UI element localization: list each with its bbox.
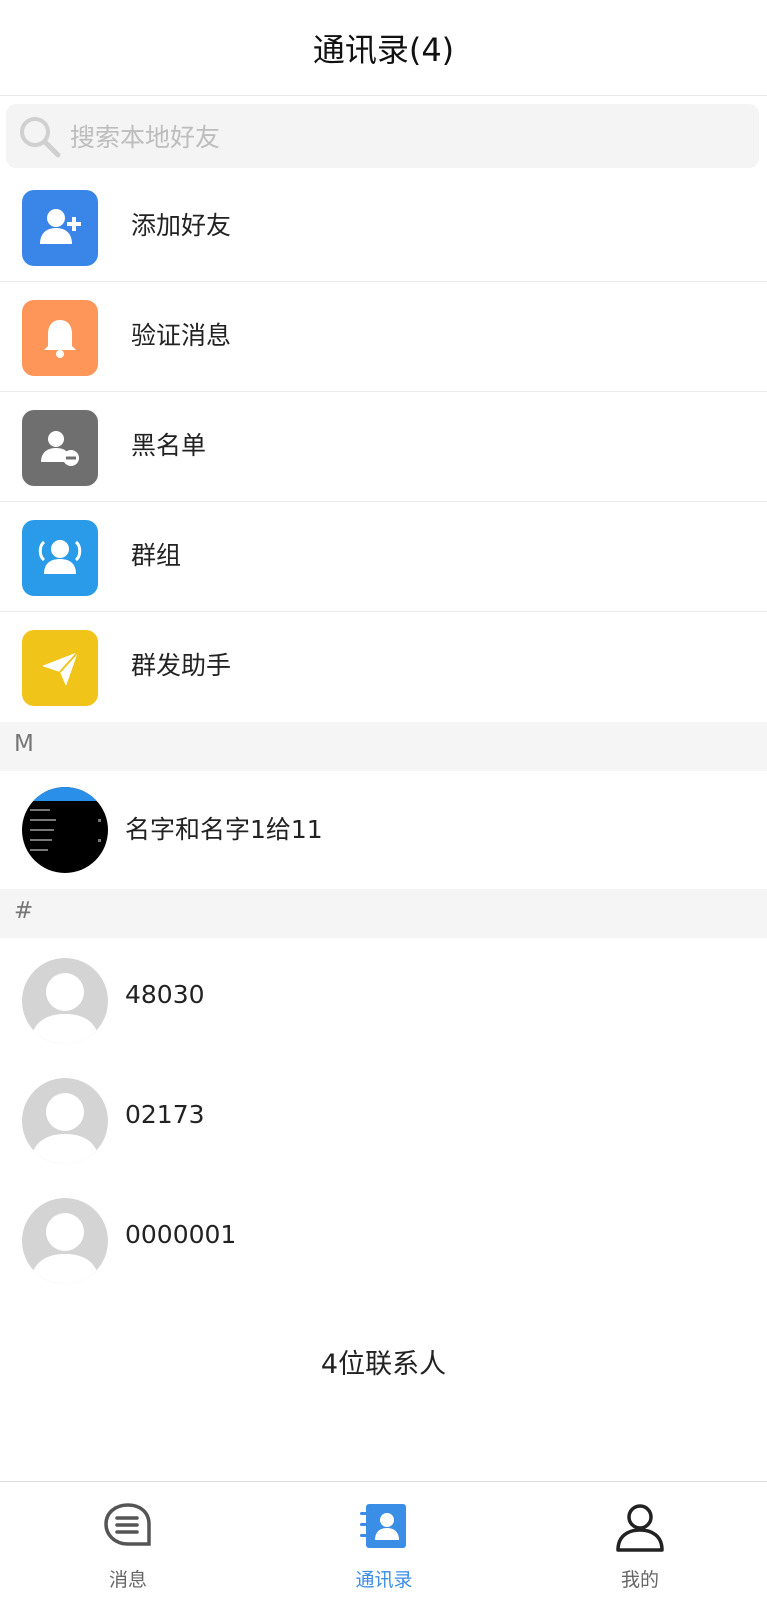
contacts-icon bbox=[360, 1504, 406, 1548]
tab-label: 消息 bbox=[108, 1569, 147, 1591]
section-header-hash: # bbox=[0, 889, 767, 938]
avatar bbox=[22, 787, 108, 873]
contact-name: 0000001 bbox=[125, 1220, 237, 1249]
section-letter: M bbox=[14, 731, 34, 757]
menu-item-label: 群组 bbox=[131, 541, 182, 570]
search-bar[interactable]: 搜索本地好友 bbox=[6, 104, 759, 168]
section-letter: # bbox=[14, 898, 34, 924]
menu-item-broadcast[interactable]: 群发助手 bbox=[0, 612, 767, 722]
contact-row[interactable]: 0000001 bbox=[0, 1178, 767, 1298]
add-friend-icon bbox=[22, 190, 98, 266]
menu-item-label: 黑名单 bbox=[131, 431, 207, 460]
app-header: 通讯录(4) bbox=[0, 0, 767, 96]
contact-row[interactable]: 02173 bbox=[0, 1058, 767, 1178]
tab-contacts[interactable]: 通讯录 bbox=[256, 1482, 512, 1601]
menu-item-label: 群发助手 bbox=[131, 651, 232, 680]
contact-row[interactable]: 名字和名字1给11 bbox=[0, 771, 767, 889]
search-icon bbox=[20, 117, 61, 158]
profile-icon bbox=[616, 1504, 664, 1552]
tab-me[interactable]: 我的 bbox=[512, 1482, 767, 1601]
search-placeholder: 搜索本地好友 bbox=[70, 123, 221, 152]
contact-count: 4位联系人 bbox=[320, 1349, 447, 1380]
contact-name: 48030 bbox=[125, 980, 205, 1009]
blacklist-icon bbox=[22, 410, 98, 486]
default-avatar-icon bbox=[22, 1198, 108, 1284]
page-title: 通讯录(4) bbox=[312, 30, 455, 69]
group-icon bbox=[22, 520, 98, 596]
tab-label: 通讯录 bbox=[355, 1569, 413, 1591]
message-icon bbox=[104, 1503, 151, 1546]
default-avatar-icon bbox=[22, 1078, 108, 1164]
contact-row[interactable]: 48030 bbox=[0, 938, 767, 1058]
bell-icon bbox=[22, 300, 98, 376]
paper-plane-icon bbox=[22, 630, 98, 706]
default-avatar-icon bbox=[22, 958, 108, 1044]
tab-bar: 消息 通讯录 我的 bbox=[0, 1481, 767, 1601]
menu-item-add-friend[interactable]: 添加好友 bbox=[0, 172, 767, 282]
tab-label: 我的 bbox=[620, 1569, 659, 1591]
menu-item-label: 添加好友 bbox=[131, 211, 232, 240]
contact-name: 名字和名字1给11 bbox=[125, 815, 323, 844]
menu-item-verification[interactable]: 验证消息 bbox=[0, 282, 767, 392]
menu-item-label: 验证消息 bbox=[131, 321, 232, 350]
menu-item-groups[interactable]: 群组 bbox=[0, 502, 767, 612]
menu-item-blacklist[interactable]: 黑名单 bbox=[0, 392, 767, 502]
contact-name: 02173 bbox=[125, 1100, 205, 1129]
section-header-m: M bbox=[0, 722, 767, 771]
tab-messages[interactable]: 消息 bbox=[0, 1482, 256, 1601]
